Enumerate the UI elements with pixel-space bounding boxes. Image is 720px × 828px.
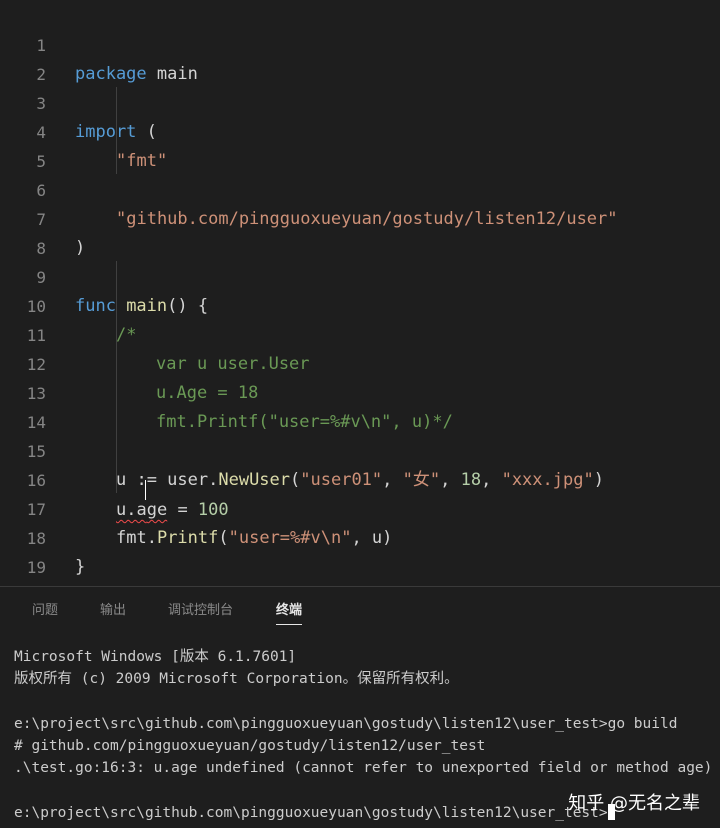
code-line-10[interactable]: 10 /* — [0, 263, 720, 345]
code-line-19[interactable]: 19 — [0, 524, 720, 577]
code-line-1[interactable]: 1 package main — [0, 2, 720, 84]
code-line-7[interactable]: 7 ) — [0, 176, 720, 258]
terminal-prompt: e:\project\src\github.com\pingguoxueyuan… — [14, 805, 608, 821]
code-line-13[interactable]: 13 fmt.Printf("user=%#v\n", u)*/ — [0, 350, 720, 432]
panel-tabs: 问题 输出 调试控制台 终端 — [0, 587, 720, 633]
code-line-15[interactable]: 15 u := user.NewUser("user01", "女", 18, … — [0, 408, 720, 490]
line-number: 19 — [26, 558, 46, 577]
terminal-line: Microsoft Windows [版本 6.1.7601] — [14, 649, 297, 665]
watermark: 知乎 @无名之辈 — [568, 793, 700, 814]
code-line-14[interactable]: 14 — [0, 379, 720, 432]
tab-output[interactable]: 输出 — [100, 599, 126, 618]
terminal-line: e:\project\src\github.com\pingguoxueyuan… — [14, 716, 678, 732]
tab-terminal[interactable]: 终端 — [276, 599, 303, 625]
code-line-9[interactable]: 9 func main() { — [0, 234, 720, 316]
code-line-18[interactable]: 18 } — [0, 495, 720, 577]
code-line-17[interactable]: 17 fmt.Printf("user=%#v\n", u) — [0, 466, 720, 548]
code-line-8[interactable]: 8 — [0, 205, 720, 258]
code-editor[interactable]: 1 package main 2 3 import ( 4 "fmt" 5 6 … — [0, 0, 720, 586]
code-line-5[interactable]: 5 — [0, 118, 720, 171]
code-line-4[interactable]: 4 "fmt" — [0, 89, 720, 171]
close-brace: } — [75, 557, 86, 577]
code-line-12[interactable]: 12 u.Age = 18 — [0, 321, 720, 403]
tab-debug-console[interactable]: 调试控制台 — [168, 599, 233, 618]
code-line-11[interactable]: 11 var u user.User — [0, 292, 720, 374]
code-line-2[interactable]: 2 — [0, 31, 720, 84]
bottom-panel: 问题 输出 调试控制台 终端 Microsoft Windows [版本 6.1… — [0, 586, 720, 828]
code-line-3[interactable]: 3 import ( — [0, 60, 720, 142]
vscode-window: 1 package main 2 3 import ( 4 "fmt" 5 6 … — [0, 0, 720, 828]
code-line-16[interactable]: 16 u.age = 100 — [0, 437, 720, 520]
terminal-line: .\test.go:16:3: u.age undefined (cannot … — [14, 760, 713, 776]
terminal-line: # github.com/pingguoxueyuan/gostudy/list… — [14, 738, 486, 754]
tab-problems[interactable]: 问题 — [32, 599, 58, 618]
terminal-prompt-line[interactable]: e:\project\src\github.com\pingguoxueyuan… — [14, 802, 615, 824]
code-line-6[interactable]: 6 "github.com/pingguoxueyuan/gostudy/lis… — [0, 147, 720, 229]
terminal-line: 版权所有 (c) 2009 Microsoft Corporation。保留所有… — [14, 671, 459, 687]
